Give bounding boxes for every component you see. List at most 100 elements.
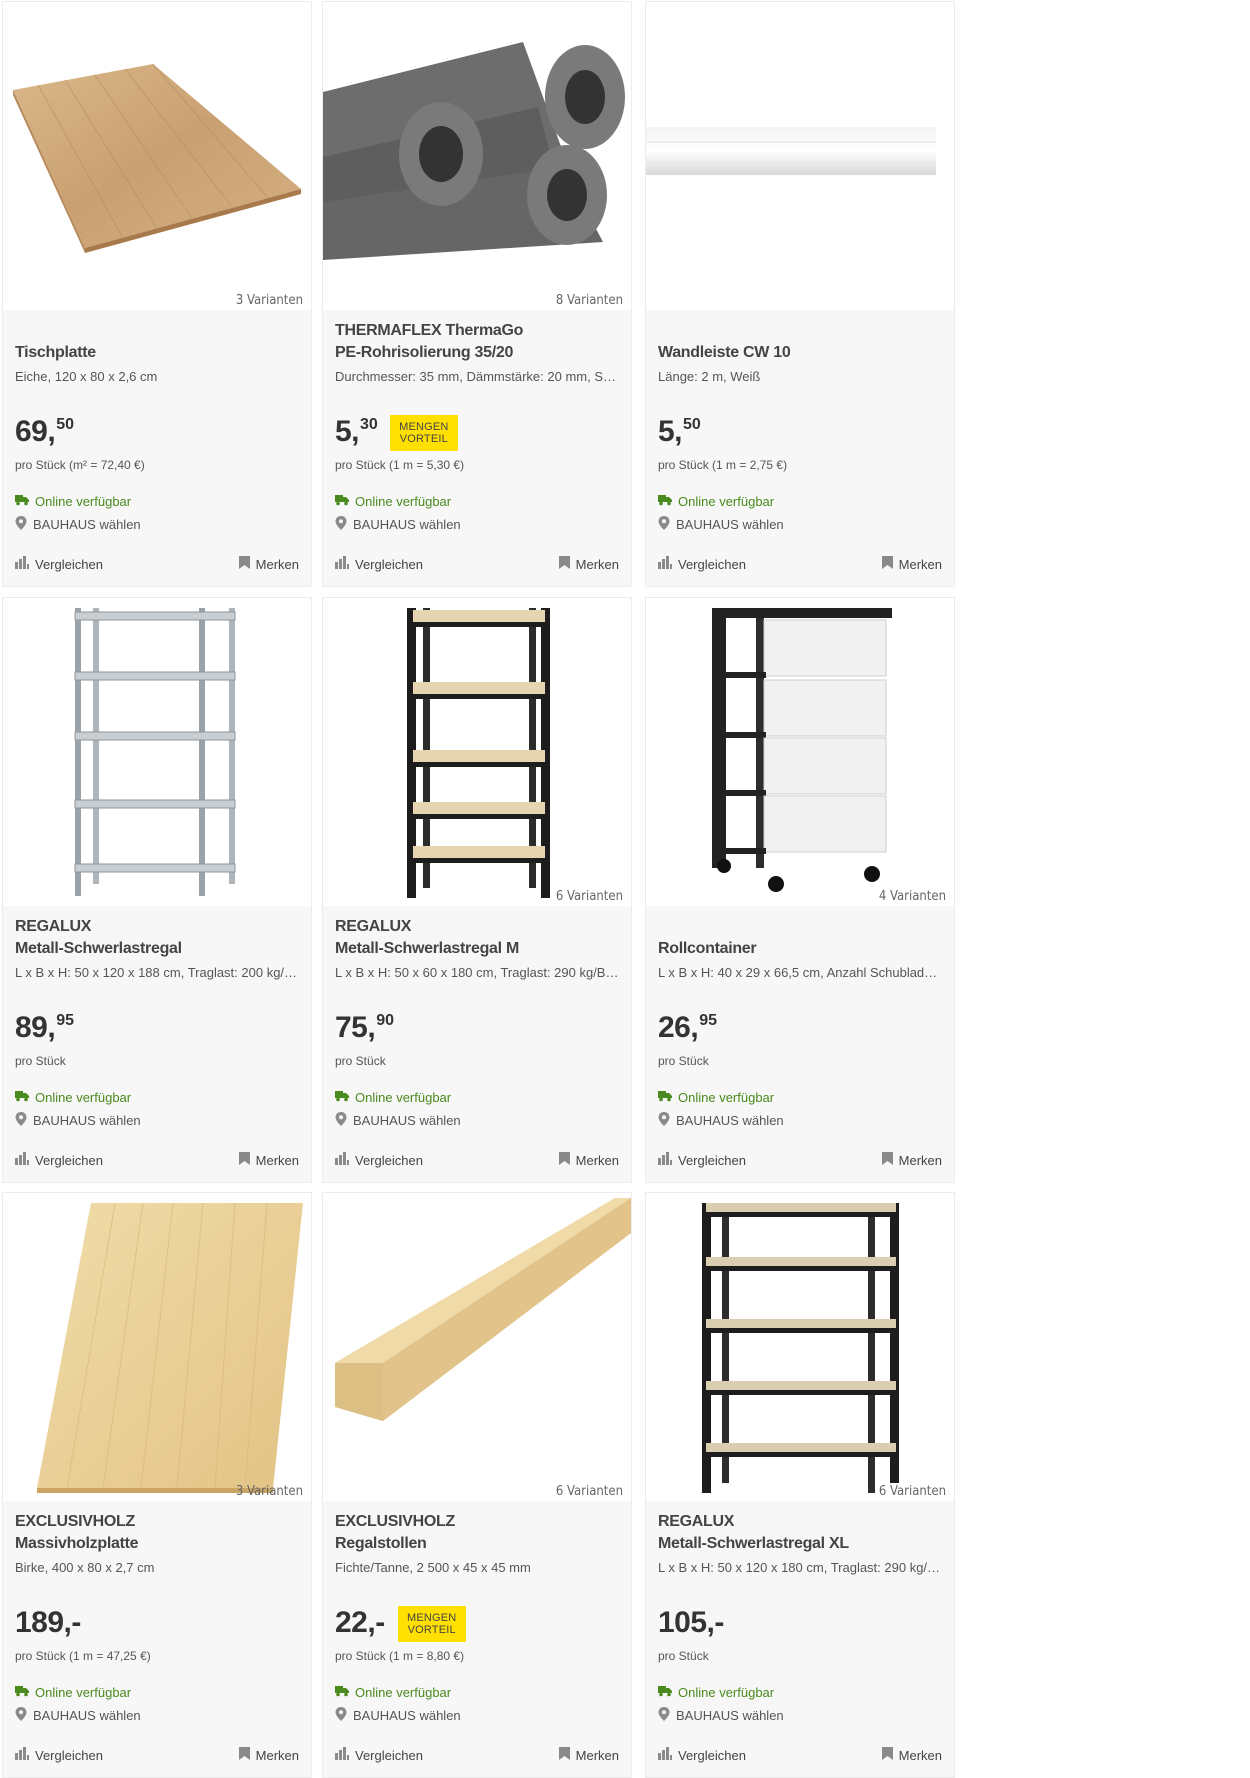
save-button[interactable]: Merken xyxy=(881,1747,942,1763)
product-card[interactable]: 4 Varianten Rollcontainer L x B x H: 40 … xyxy=(645,597,955,1183)
product-name[interactable]: Wandleiste CW 10 xyxy=(658,342,942,364)
product-image[interactable]: 6 Varianten xyxy=(323,598,631,906)
card-actions: Vergleichen Merken xyxy=(15,1747,299,1763)
bookmark-icon xyxy=(881,556,899,572)
price: 5, 30 MENGEN VORTEIL xyxy=(335,412,458,452)
compare-button[interactable]: Vergleichen xyxy=(15,1747,103,1763)
truck-icon xyxy=(658,494,678,509)
card-actions: Vergleichen Merken xyxy=(15,1152,299,1168)
product-image[interactable]: 4 Varianten xyxy=(646,598,954,906)
quantity-discount-badge: MENGEN VORTEIL xyxy=(397,1606,466,1642)
bookmark-icon xyxy=(238,1747,256,1763)
price-cents: 50 xyxy=(56,416,75,433)
compare-chart-icon xyxy=(15,556,35,572)
compare-button[interactable]: Vergleichen xyxy=(15,556,103,572)
save-button[interactable]: Merken xyxy=(881,1152,942,1168)
product-image[interactable]: 8 Varianten xyxy=(323,2,631,310)
store-select[interactable]: BAUHAUS wählen xyxy=(15,516,141,533)
compare-button[interactable]: Vergleichen xyxy=(658,1152,746,1168)
product-name[interactable]: Massivholzplatte xyxy=(15,1533,299,1555)
quantity-discount-badge: MENGEN VORTEIL xyxy=(389,415,458,451)
price-main: 5, xyxy=(335,415,360,448)
product-description: L x B x H: 50 x 60 x 180 cm, Traglast: 2… xyxy=(335,965,619,980)
compare-button[interactable]: Vergleichen xyxy=(658,556,746,572)
save-button[interactable]: Merken xyxy=(238,556,299,572)
price: 69, 50 xyxy=(15,412,74,452)
compare-button[interactable]: Vergleichen xyxy=(335,1152,423,1168)
store-select-label: BAUHAUS wählen xyxy=(676,517,784,532)
product-brand xyxy=(658,320,942,342)
product-card[interactable]: 6 Varianten REGALUX Metall-Schwerlastreg… xyxy=(645,1192,955,1778)
truck-icon xyxy=(15,1090,35,1105)
shelf-black-wide-image xyxy=(702,1203,899,1493)
price: 105,- xyxy=(658,1603,725,1643)
product-name[interactable]: Metall-Schwerlastregal M xyxy=(335,938,619,960)
product-name[interactable]: Metall-Schwerlastregal XL xyxy=(658,1533,942,1555)
save-button[interactable]: Merken xyxy=(238,1152,299,1168)
store-select[interactable]: BAUHAUS wählen xyxy=(658,1707,784,1724)
product-card[interactable]: 6 Varianten REGALUX Metall-Schwerlastreg… xyxy=(322,597,632,1183)
product-card[interactable]: 6 Varianten EXCLUSIVHOLZ Regalstollen Fi… xyxy=(322,1192,632,1778)
bookmark-icon xyxy=(881,1152,899,1168)
product-image[interactable] xyxy=(3,598,311,906)
price-cents: 95 xyxy=(56,1012,75,1029)
unit-price: pro Stück (1 m = 8,80 €) xyxy=(335,1649,465,1663)
price-main: 105,- xyxy=(658,1606,724,1639)
compare-button[interactable]: Vergleichen xyxy=(658,1747,746,1763)
truck-icon xyxy=(658,1090,678,1105)
store-select[interactable]: BAUHAUS wählen xyxy=(335,516,461,533)
online-availability: Online verfügbar xyxy=(658,1685,774,1700)
compare-button[interactable]: Vergleichen xyxy=(335,1747,423,1763)
product-card[interactable]: 8 Varianten THERMAFLEX ThermaGo PE-Rohri… xyxy=(322,1,632,587)
product-description: L x B x H: 50 x 120 x 180 cm, Traglast: … xyxy=(658,1560,942,1575)
product-image[interactable]: 3 Varianten xyxy=(3,1193,311,1501)
save-button[interactable]: Merken xyxy=(558,1747,619,1763)
product-name[interactable]: Rollcontainer xyxy=(658,938,942,960)
store-select[interactable]: BAUHAUS wählen xyxy=(658,1112,784,1129)
store-select-label: BAUHAUS wählen xyxy=(676,1708,784,1723)
product-card[interactable]: 3 Varianten Tischplatte Eiche, 120 x 80 … xyxy=(2,1,312,587)
product-name[interactable]: Metall-Schwerlastregal xyxy=(15,938,299,960)
store-select[interactable]: BAUHAUS wählen xyxy=(335,1112,461,1129)
save-label: Merken xyxy=(898,1747,942,1763)
store-select[interactable]: BAUHAUS wählen xyxy=(658,516,784,533)
wood-beam-image xyxy=(335,1198,631,1421)
save-button[interactable]: Merken xyxy=(558,1152,619,1168)
product-card[interactable]: 3 Varianten EXCLUSIVHOLZ Massivholzplatt… xyxy=(2,1192,312,1778)
product-card[interactable]: Wandleiste CW 10 Länge: 2 m, Weiß 5, 50 … xyxy=(645,1,955,587)
bookmark-icon xyxy=(558,1152,576,1168)
product-image[interactable]: 6 Varianten xyxy=(646,1193,954,1501)
badge-word: VORTEIL xyxy=(399,433,448,445)
save-button[interactable]: Merken xyxy=(558,556,619,572)
location-pin-icon xyxy=(658,516,676,533)
product-image[interactable]: 3 Varianten xyxy=(3,2,311,310)
availability-text: Online verfügbar xyxy=(355,494,452,509)
store-select-label: BAUHAUS wählen xyxy=(353,517,461,532)
product-name[interactable]: PE-Rohrisolierung 35/20 xyxy=(335,342,619,364)
compare-label: Vergleichen xyxy=(355,1747,423,1763)
card-actions: Vergleichen Merken xyxy=(15,556,299,572)
product-image[interactable] xyxy=(646,2,954,310)
wall-molding-image xyxy=(646,127,936,175)
unit-price: pro Stück (m² = 72,40 €) xyxy=(15,458,145,472)
save-label: Merken xyxy=(255,556,299,572)
save-button[interactable]: Merken xyxy=(238,1747,299,1763)
compare-button[interactable]: Vergleichen xyxy=(335,556,423,572)
store-select[interactable]: BAUHAUS wählen xyxy=(335,1707,461,1724)
store-select[interactable]: BAUHAUS wählen xyxy=(15,1112,141,1129)
online-availability: Online verfügbar xyxy=(658,494,774,509)
compare-label: Vergleichen xyxy=(678,556,746,572)
unit-price: pro Stück (1 m = 2,75 €) xyxy=(658,458,788,472)
product-brand: REGALUX xyxy=(658,1513,735,1530)
compare-chart-icon xyxy=(15,1152,35,1168)
store-select[interactable]: BAUHAUS wählen xyxy=(15,1707,141,1724)
product-name[interactable]: Tischplatte xyxy=(15,342,299,364)
store-select-label: BAUHAUS wählen xyxy=(676,1113,784,1128)
product-name[interactable]: Regalstollen xyxy=(335,1533,619,1555)
product-card[interactable]: REGALUX Metall-Schwerlastregal L x B x H… xyxy=(2,597,312,1183)
compare-button[interactable]: Vergleichen xyxy=(15,1152,103,1168)
price-main: 75, xyxy=(335,1011,376,1044)
save-button[interactable]: Merken xyxy=(881,556,942,572)
price-main: 89, xyxy=(15,1011,56,1044)
product-image[interactable]: 6 Varianten xyxy=(323,1193,631,1501)
